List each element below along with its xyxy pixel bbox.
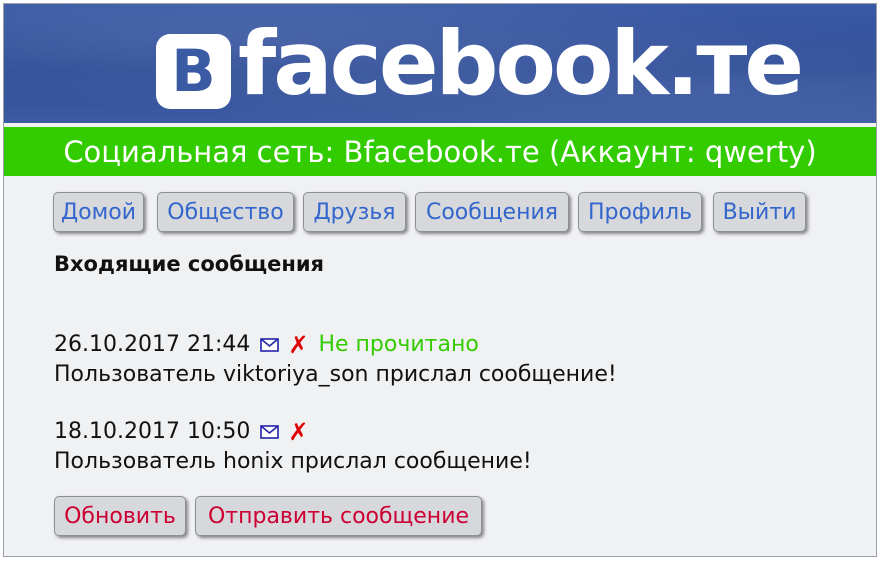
page-title: Социальная сеть: Bfacebook.те (Аккаунт: … [63, 134, 817, 169]
nav-messages-button[interactable]: Сообщения [415, 192, 569, 232]
delete-icon[interactable]: ✗ [288, 330, 308, 360]
inbox-heading: Входящие сообщения [54, 252, 325, 276]
message-datetime: 26.10.2017 21:44 [54, 332, 251, 357]
logo-badge: B [156, 34, 231, 109]
envelope-icon[interactable] [260, 338, 280, 352]
logo-letter: B [171, 36, 216, 105]
delete-icon[interactable]: ✗ [288, 417, 308, 447]
site-banner: B facebook.те [4, 4, 876, 123]
page-title-bar: Социальная сеть: Bfacebook.те (Аккаунт: … [4, 127, 876, 176]
refresh-button[interactable]: Обновить [54, 496, 186, 536]
message-text: Пользователь honix прислал сообщение! [54, 449, 532, 474]
nav-profile-button[interactable]: Профиль [578, 192, 702, 232]
page-frame: B facebook.те Социальная сеть: Bfacebook… [3, 3, 877, 557]
message-datetime: 18.10.2017 10:50 [54, 419, 251, 444]
nav-logout-button[interactable]: Выйти [713, 192, 806, 232]
logo-text: facebook.те [238, 12, 804, 115]
nav-friends-button[interactable]: Друзья [303, 192, 406, 232]
envelope-icon[interactable] [260, 425, 280, 439]
message-item: 18.10.2017 10:50 ✗ Пользователь honix пр… [54, 417, 532, 477]
nav-home-button[interactable]: Домой [53, 192, 144, 232]
send-message-button[interactable]: Отправить сообщение [195, 496, 482, 536]
nav-community-button[interactable]: Общество [157, 192, 294, 232]
message-item: 26.10.2017 21:44 ✗ Не прочитано Пользова… [54, 330, 617, 390]
unread-status: Не прочитано [318, 332, 479, 357]
message-text: Пользователь viktoriya_son прислал сообщ… [54, 362, 617, 387]
